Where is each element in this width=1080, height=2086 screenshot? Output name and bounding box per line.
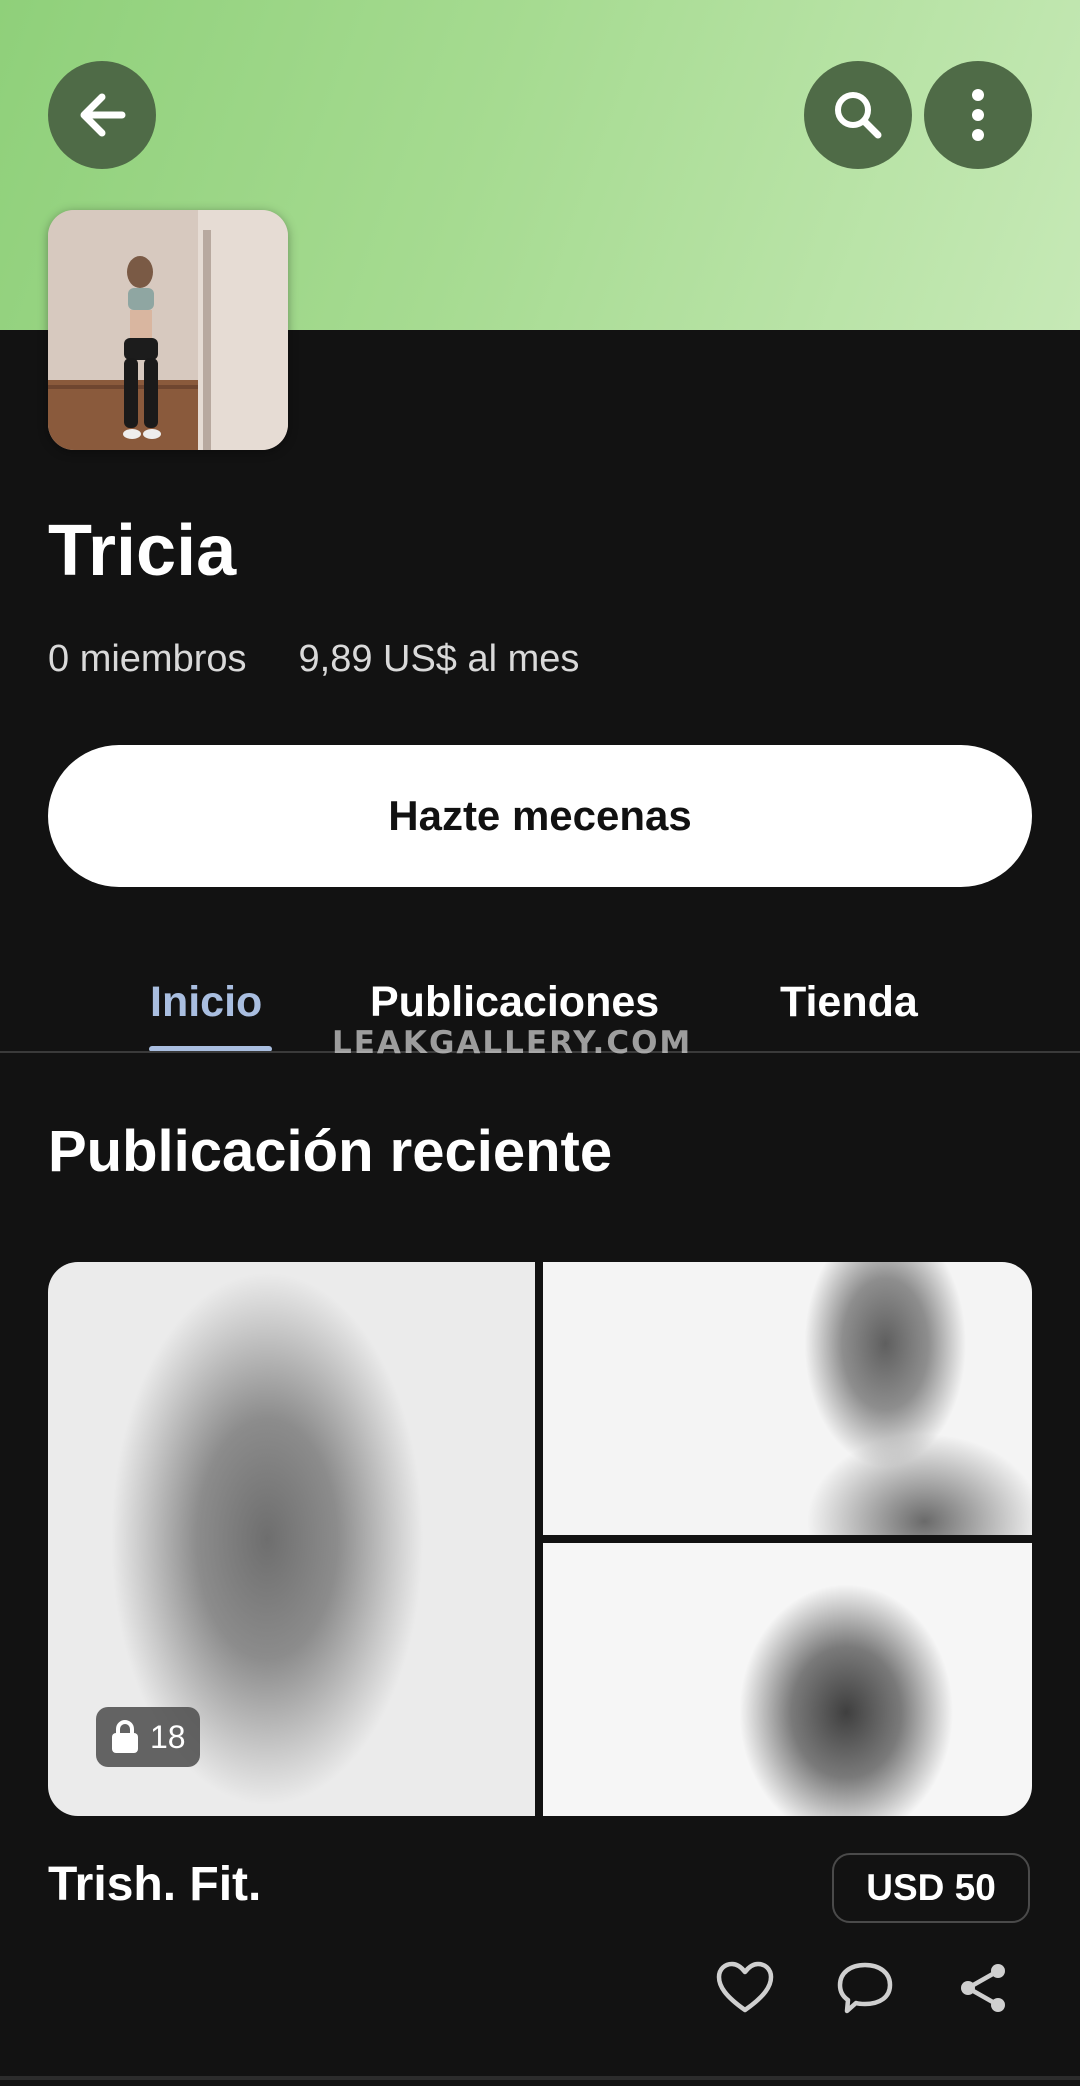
member-count: 0 miembros [48,638,247,680]
locked-media-badge: 18 [96,1707,200,1767]
post-image-gallery[interactable]: 18 [48,1262,1032,1816]
search-icon [835,92,882,139]
lock-icon [112,1720,138,1753]
profile-avatar[interactable] [48,210,288,450]
back-button[interactable] [48,61,156,169]
become-patron-button[interactable]: Hazte mecenas [48,745,1032,887]
creator-name: Tricia [48,511,237,591]
more-vertical-icon [972,89,984,141]
membership-price: 9,89 US$ al mes [298,638,580,680]
comment-icon [837,1962,893,2014]
section-title: Publicación reciente [48,1119,613,1184]
gallery-image-bottom-right[interactable] [543,1543,1032,1816]
bottom-divider [0,2076,1080,2080]
avatar-image [48,210,288,450]
tab-tienda[interactable]: Tienda [780,978,918,1027]
gallery-image-top-right[interactable] [543,1262,1032,1535]
share-button[interactable] [955,1960,1011,2021]
tab-publicaciones[interactable]: Publicaciones [370,978,659,1027]
post-title[interactable]: Trish. Fit. [48,1857,261,1912]
watermark-text: LEAKGALLERY.COM [332,1025,693,1061]
comment-button[interactable] [835,1960,895,2021]
tab-inicio[interactable]: Inicio [150,978,262,1027]
arrow-left-icon [80,93,126,137]
heart-icon [716,1961,774,2013]
share-icon [961,1964,1005,2012]
search-button[interactable] [804,61,912,169]
more-options-button[interactable] [924,61,1032,169]
like-button[interactable] [715,1960,775,2021]
post-price-badge: USD 50 [832,1853,1030,1923]
profile-stats: 0 miembros 9,89 US$ al mes [48,638,579,681]
locked-count: 18 [150,1718,186,1755]
